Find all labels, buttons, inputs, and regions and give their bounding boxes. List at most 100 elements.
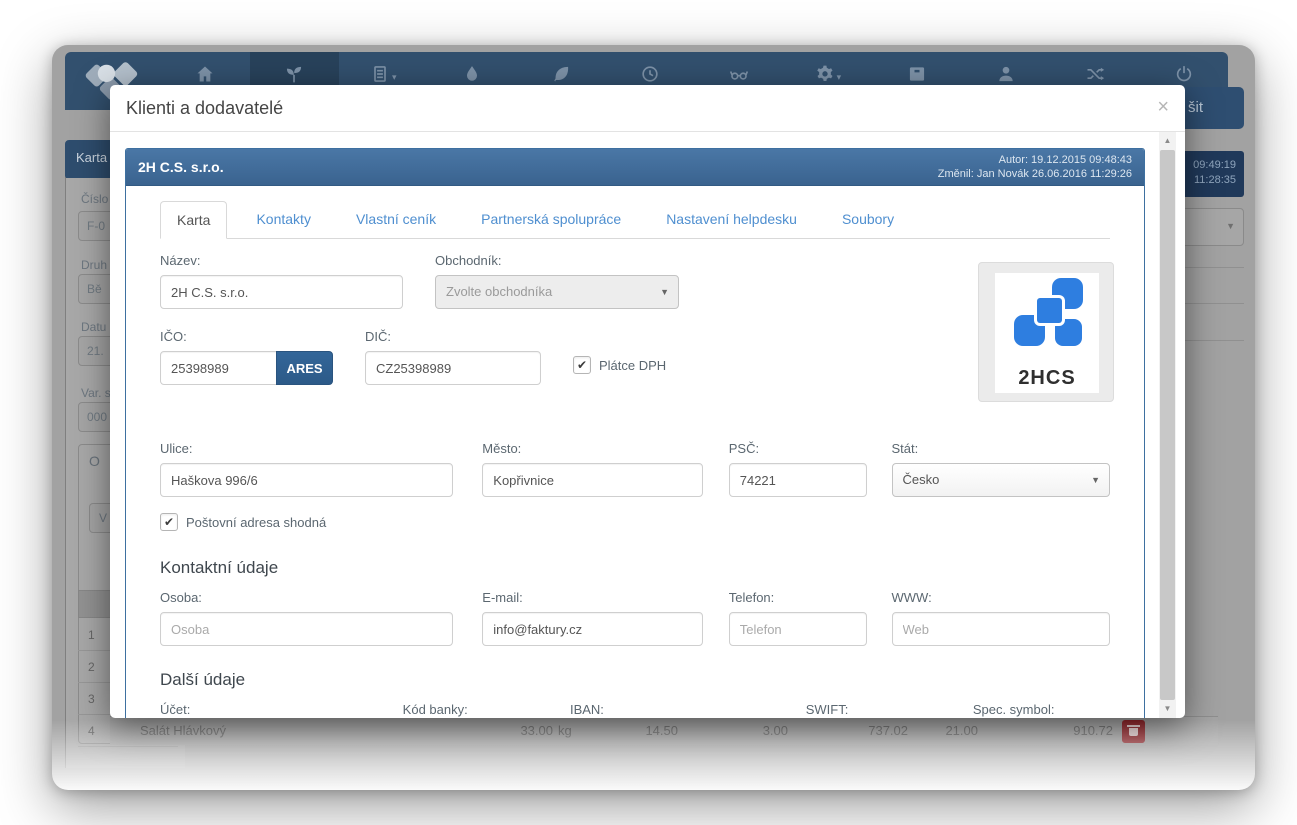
changed-line: Změnil: Jan Novák 26.06.2016 11:29:26: [938, 167, 1132, 181]
modal-scrollbar[interactable]: ▲ ▼: [1159, 132, 1176, 718]
section-dalsi-udaje: Další údaje: [160, 670, 1110, 690]
scroll-up-icon[interactable]: ▲: [1159, 133, 1176, 149]
company-logo: 2HCS: [995, 273, 1099, 393]
email-label: E-mail:: [482, 590, 702, 605]
bg-label-datum: Datu: [81, 320, 106, 334]
chevron-down-icon: ▼: [1091, 464, 1100, 496]
dic-input[interactable]: [365, 351, 541, 385]
email-input[interactable]: [482, 612, 702, 646]
background-dropdown[interactable]: ▼: [1180, 208, 1244, 246]
bg-divider: [1182, 267, 1244, 268]
bg-fieldset-heading: O: [89, 453, 100, 469]
dic-label: DIČ:: [365, 329, 541, 344]
form-row-bank: Účet: Kód banky: IBAN: SWIFT:: [160, 702, 1110, 718]
tab-kontakty[interactable]: Kontakty: [240, 201, 326, 238]
swift-label: SWIFT:: [806, 702, 948, 717]
company-logo-box: 2HCS: [978, 262, 1114, 402]
trash-icon: [1129, 728, 1138, 736]
osoba-label: Osoba:: [160, 590, 453, 605]
ico-label: IČO:: [160, 329, 334, 344]
modal-body: 2H C.S. s.r.o. Autor: 19.12.2015 09:48:4…: [110, 132, 1185, 718]
www-input[interactable]: [892, 612, 1110, 646]
food-row-col1: 14.50: [608, 723, 678, 738]
telefon-input[interactable]: [729, 612, 867, 646]
invoices-icon: [370, 64, 390, 84]
nazev-input[interactable]: [160, 275, 403, 309]
tab-nastaveni-helpdesku[interactable]: Nastavení helpdesku: [650, 201, 813, 238]
clients-modal: Klienti a dodavatelé × 2H C.S. s.r.o. Au…: [110, 85, 1185, 718]
chevron-down-icon: ▾: [837, 72, 842, 83]
tab-soubory[interactable]: Soubory: [826, 201, 910, 238]
tab-vlastni-cenik[interactable]: Vlastní ceník: [340, 201, 452, 238]
audit-info: Autor: 19.12.2015 09:48:43 Změnil: Jan N…: [938, 153, 1132, 181]
kod-banky-label: Kód banky:: [403, 702, 535, 717]
bg-divider: [1182, 303, 1244, 304]
tab-partnerska-spoluprace[interactable]: Partnerská spolupráce: [465, 201, 637, 238]
platce-dph-row: ✔ Plátce DPH: [573, 356, 666, 374]
bg-label-druh: Druh: [81, 258, 107, 272]
bg-label-cislo: Číslo: [81, 192, 108, 206]
client-card-body: Karta Kontakty Vlastní ceník Partnerská …: [126, 186, 1144, 718]
card-tabs: Karta Kontakty Vlastní ceník Partnerská …: [160, 201, 1110, 239]
food-row-col4: 21.00: [908, 723, 978, 738]
mesto-input[interactable]: [482, 463, 702, 497]
section-kontaktni-udaje: Kontaktní údaje: [160, 558, 1110, 578]
food-row-unit: kg: [558, 723, 572, 738]
food-row-col2: 3.00: [718, 723, 788, 738]
stat-label: Stát:: [892, 441, 1110, 456]
power-icon: [1174, 64, 1194, 84]
delete-row-button[interactable]: [1122, 720, 1145, 743]
obchodnik-label: Obchodník:: [435, 253, 679, 268]
nazev-label: Název:: [160, 253, 403, 268]
food-row-col3: 737.02: [838, 723, 908, 738]
ares-button[interactable]: ARES: [276, 351, 333, 385]
scroll-down-icon[interactable]: ▼: [1159, 701, 1176, 717]
logo-text: 2HCS: [995, 367, 1099, 390]
close-icon[interactable]: ×: [1157, 96, 1169, 119]
psc-label: PSČ:: [729, 441, 867, 456]
tab-karta[interactable]: Karta: [160, 201, 227, 239]
spec-symbol-label: Spec. symbol:: [973, 702, 1110, 717]
postovni-adresa-checkbox[interactable]: ✔: [160, 513, 178, 531]
obchodnik-select[interactable]: Zvolte obchodníka ▼: [435, 275, 679, 309]
platce-dph-label: Plátce DPH: [599, 358, 666, 373]
telefon-label: Telefon:: [729, 590, 867, 605]
client-card-panel: 2H C.S. s.r.o. Autor: 19.12.2015 09:48:4…: [125, 148, 1145, 718]
food-row-qty: 33.00: [483, 723, 553, 738]
ucet-label: Účet:: [160, 702, 371, 717]
user-icon: [996, 64, 1016, 84]
food-row-name: Salát Hlávkový: [140, 723, 226, 738]
form-row-contact: Osoba: E-mail: Telefon: WWW:: [160, 590, 1110, 646]
stat-select[interactable]: Česko ▼: [892, 463, 1110, 497]
client-card-header: 2H C.S. s.r.o. Autor: 19.12.2015 09:48:4…: [126, 149, 1144, 186]
gear-icon: [815, 64, 835, 84]
ico-input[interactable]: [160, 351, 277, 385]
ulice-label: Ulice:: [160, 441, 453, 456]
platce-dph-checkbox[interactable]: ✔: [573, 356, 591, 374]
modal-title: Klienti a dodavatelé: [126, 85, 1169, 131]
stat-selected-value: Česko: [903, 472, 940, 487]
psc-input[interactable]: [729, 463, 867, 497]
form-row-1: Název: Obchodník: Zvolte obchodníka ▼: [160, 253, 1110, 309]
archive-box-icon: [907, 64, 927, 84]
leaf-icon: [551, 64, 571, 84]
chevron-down-icon: ▾: [392, 72, 397, 83]
postovni-adresa-label: Poštovní adresa shodná: [186, 515, 326, 530]
scrollbar-thumb[interactable]: [1160, 150, 1175, 700]
chevron-down-icon: ▼: [660, 276, 669, 308]
ulice-input[interactable]: [160, 463, 453, 497]
shuffle-icon: [1085, 64, 1105, 84]
www-label: WWW:: [892, 590, 1110, 605]
osoba-input[interactable]: [160, 612, 453, 646]
glasses-icon: [729, 64, 749, 84]
iban-label: IBAN:: [570, 702, 776, 717]
clock-icon: [640, 64, 660, 84]
bg-label-var-symbol: Var. s: [81, 386, 111, 400]
modal-header: Klienti a dodavatelé ×: [110, 85, 1185, 132]
droplet-icon: [462, 64, 482, 84]
obchodnik-selected-value: Zvolte obchodníka: [446, 284, 552, 299]
client-name-title: 2H C.S. s.r.o.: [138, 159, 224, 175]
author-line: Autor: 19.12.2015 09:48:43: [938, 153, 1132, 167]
postovni-adresa-row: ✔ Poštovní adresa shodná: [160, 513, 1110, 531]
seedling-icon: [284, 64, 304, 84]
